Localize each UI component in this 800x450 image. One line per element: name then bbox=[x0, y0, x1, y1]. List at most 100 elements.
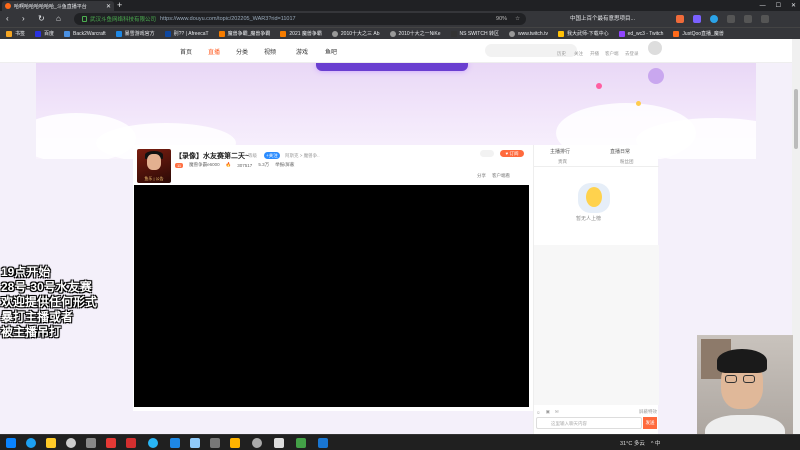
extension-icon[interactable] bbox=[693, 15, 701, 23]
overlay-line: 28号-30号水友赛 bbox=[1, 280, 92, 294]
gift-icon[interactable]: ✉ bbox=[555, 409, 559, 415]
video-player[interactable] bbox=[134, 185, 529, 407]
login-link[interactable]: 去登录 bbox=[625, 51, 639, 57]
history-icon[interactable] bbox=[744, 15, 752, 23]
app-icon[interactable] bbox=[148, 438, 158, 448]
weather-text[interactable]: 31°C 多云 bbox=[620, 439, 645, 447]
nav-fishbar[interactable]: 鱼吧 bbox=[325, 47, 337, 56]
tab-fanclub[interactable]: 粉丝团 bbox=[620, 159, 634, 165]
menu-icon[interactable] bbox=[761, 15, 769, 23]
stream-overlay-text: 19点开始 28号-30号水友赛 欢迎提供任何形式 暴打主播或者 被主播吊打 bbox=[1, 265, 97, 340]
bookmark-item[interactable]: 别?? | AfreecaT bbox=[164, 30, 209, 37]
tab-ranking[interactable]: 主播排行 bbox=[550, 148, 570, 155]
zoom-level[interactable]: 90% bbox=[496, 16, 507, 22]
bookmark-item[interactable]: 2010十大之三 Ab bbox=[331, 30, 380, 37]
broadcast-link[interactable]: 开播 bbox=[590, 51, 599, 57]
app-icon[interactable] bbox=[86, 438, 96, 448]
ime-indicator[interactable]: ^ 中 bbox=[651, 439, 661, 447]
heat-toggle[interactable] bbox=[480, 150, 494, 157]
follow-link[interactable]: 关注 bbox=[574, 51, 583, 57]
bookmark-item[interactable]: Back2Warcraft bbox=[64, 30, 106, 37]
extension-icon[interactable] bbox=[676, 15, 684, 23]
bookmark-item[interactable]: 暴雪游戏官方 bbox=[115, 30, 155, 37]
app-icon[interactable] bbox=[296, 438, 306, 448]
bookmark-item[interactable]: 书签 bbox=[6, 30, 25, 37]
taskbar: 31°C 多云 ^ 中 bbox=[0, 434, 800, 450]
streamer-name[interactable]: 魔兽争霸e6000 bbox=[189, 162, 220, 168]
streamer-avatar[interactable]: 鱼乐 | 公告 bbox=[137, 149, 171, 183]
app-icon[interactable] bbox=[190, 438, 200, 448]
app-icon[interactable] bbox=[252, 438, 262, 448]
share-link[interactable]: 分享 bbox=[477, 173, 486, 179]
side-subtabs: 贵宾 粉丝团 bbox=[534, 156, 659, 167]
web-page: 首页 直播 分类 视频 游戏 鱼吧 历史 关注 开播 客户端 去登录 鱼乐 | … bbox=[0, 39, 792, 434]
fire-icon: 🔥 bbox=[225, 162, 232, 167]
client-link[interactable]: 客户端 bbox=[605, 51, 619, 57]
app-icon[interactable] bbox=[230, 438, 240, 448]
bookmark-item[interactable]: ed_wc3 - Twitch bbox=[618, 30, 663, 37]
image-icon[interactable]: ▣ bbox=[546, 409, 550, 415]
nav-video[interactable]: 视频 bbox=[264, 47, 276, 56]
bookmark-item[interactable]: NS SWITCH 转区 bbox=[450, 30, 499, 37]
forward-icon[interactable]: › bbox=[22, 14, 25, 24]
home-icon[interactable]: ⌂ bbox=[56, 14, 61, 24]
bookmark-item[interactable]: www.twitch.tv bbox=[508, 30, 548, 37]
douyu-favicon-icon bbox=[5, 3, 11, 9]
bookmark-item[interactable]: JustQoo直播_魔兽 bbox=[673, 30, 724, 37]
nav-category[interactable]: 分类 bbox=[236, 47, 248, 56]
search-icon[interactable] bbox=[66, 438, 76, 448]
live-room: 鱼乐 | 公告 【录像】水友赛第二天~ 等级 +关注 阿斯克 > 魔兽争.. 1… bbox=[133, 145, 533, 411]
send-button[interactable]: 发送 bbox=[643, 417, 657, 429]
new-tab-button[interactable]: + bbox=[117, 0, 122, 10]
bookmark-item[interactable]: 我大武师-下载中心 bbox=[557, 30, 609, 37]
toolbar-icons bbox=[676, 15, 769, 23]
app-icon[interactable] bbox=[318, 438, 328, 448]
block-effects-toggle[interactable]: 屏蔽特效 bbox=[639, 409, 657, 415]
close-window-icon[interactable]: ✕ bbox=[791, 2, 796, 9]
room-category[interactable]: 阿斯克 > 魔兽争.. bbox=[285, 153, 320, 159]
fans-count: 5.3万 bbox=[258, 162, 270, 167]
level-badge: 11 bbox=[175, 162, 184, 168]
bookmark-item[interactable]: 百度 bbox=[35, 30, 54, 37]
minimize-icon[interactable]: — bbox=[760, 3, 766, 9]
app-icon[interactable] bbox=[126, 438, 136, 448]
reload-icon[interactable]: ↻ bbox=[38, 14, 45, 24]
page-scrollbar[interactable] bbox=[792, 39, 800, 434]
close-tab-icon[interactable]: ✕ bbox=[106, 3, 111, 10]
url-text[interactable]: https://www.douyu.com/topic/202205_WAR3?… bbox=[160, 16, 296, 22]
app-icon[interactable] bbox=[210, 438, 220, 448]
start-icon[interactable] bbox=[6, 438, 16, 448]
report-link[interactable]: 举报/屏蔽 bbox=[275, 162, 294, 168]
nav-home[interactable]: 首页 bbox=[180, 47, 192, 56]
address-bar[interactable]: 武汉斗鱼网络科技有限公司 https://www.douyu.com/topic… bbox=[74, 13, 526, 25]
app-icon[interactable] bbox=[274, 438, 284, 448]
browser-tab[interactable]: 哈啊哈哈哈哈哈哈_斗鱼直播平台 ✕ bbox=[2, 1, 114, 11]
bookmark-item[interactable]: 魔兽争霸_魔兽争霸 bbox=[218, 30, 270, 37]
emoji-icon[interactable]: ☺ bbox=[536, 410, 541, 415]
folder-icon[interactable] bbox=[46, 438, 56, 448]
subscribe-button[interactable]: ♥ 订阅 bbox=[500, 150, 524, 157]
bookmark-item[interactable]: 2021 魔兽争霸 bbox=[280, 30, 322, 37]
tab-vip[interactable]: 贵宾 bbox=[558, 159, 567, 165]
edge-icon[interactable] bbox=[26, 438, 36, 448]
share-options: 分享 客户端看 bbox=[477, 173, 510, 179]
app-icon[interactable] bbox=[170, 438, 180, 448]
download-icon[interactable] bbox=[727, 15, 735, 23]
bookmark-star-icon[interactable]: ☆ bbox=[515, 16, 520, 22]
bookmark-icon bbox=[115, 30, 122, 37]
tab-daily[interactable]: 直播日常 bbox=[610, 148, 630, 155]
avatar-label: 鱼乐 | 公告 bbox=[144, 176, 164, 181]
client-watch-link[interactable]: 客户端看 bbox=[492, 173, 510, 179]
nav-live[interactable]: 直播 bbox=[208, 47, 220, 56]
extension-icon[interactable] bbox=[710, 15, 718, 23]
maximize-icon[interactable]: ☐ bbox=[776, 2, 781, 9]
bookmark-item[interactable]: 2010十大之一NiKe bbox=[389, 30, 441, 37]
app-icon[interactable] bbox=[106, 438, 116, 448]
nav-game[interactable]: 游戏 bbox=[296, 47, 308, 56]
chat-input[interactable]: 这里输入聊天内容 bbox=[536, 417, 642, 429]
history-link[interactable]: 历史 bbox=[557, 51, 566, 57]
back-icon[interactable]: ‹ bbox=[6, 14, 9, 24]
follow-button[interactable]: +关注 bbox=[264, 152, 280, 159]
search-suggestion[interactable]: 中国上百个最有意思项目... bbox=[570, 14, 635, 22]
avatar[interactable] bbox=[648, 41, 662, 55]
